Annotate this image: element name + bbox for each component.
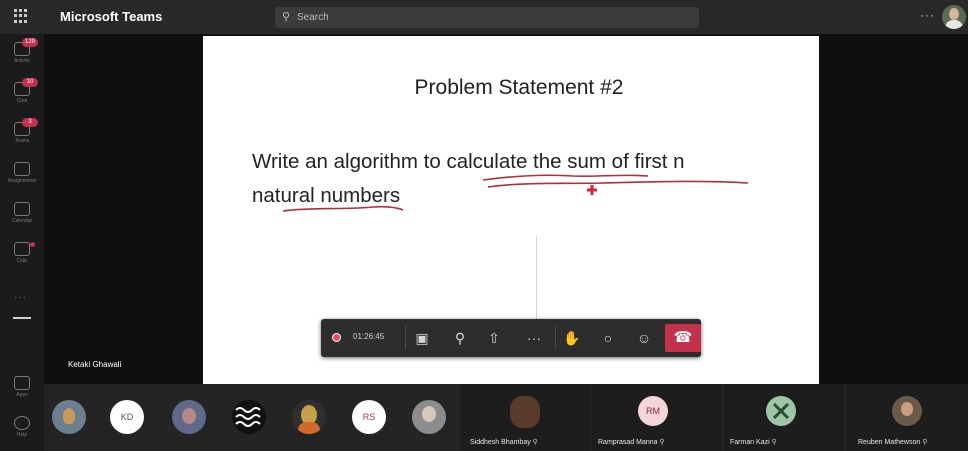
app-launcher-icon[interactable] bbox=[14, 9, 28, 23]
rail-item-label: Assignments bbox=[7, 178, 37, 184]
divider bbox=[405, 326, 406, 350]
call-controls-bar: 01:26:45 ▣ ⚲ ⇧ ··· ✋ ○ ☺ ☎ bbox=[321, 319, 701, 357]
teams-badge: 3 bbox=[22, 118, 38, 127]
divider bbox=[555, 326, 556, 350]
participant-avatar[interactable]: KD bbox=[110, 400, 144, 434]
ink-underline-1 bbox=[482, 174, 649, 181]
rail-item-teams[interactable]: 3 Teams bbox=[0, 118, 44, 154]
ink-underline-2 bbox=[487, 180, 749, 188]
rail-item-label: Calls bbox=[16, 258, 28, 264]
search-input[interactable]: ⚲ Search bbox=[275, 7, 699, 28]
search-icon: ⚲ bbox=[282, 11, 291, 23]
hang-up-button[interactable]: ☎ bbox=[665, 324, 701, 352]
assignments-icon bbox=[14, 162, 30, 176]
calendar-icon bbox=[14, 202, 30, 216]
activity-badge: 129 bbox=[22, 38, 38, 47]
help-icon bbox=[14, 416, 30, 430]
rail-item-apps[interactable]: Apps bbox=[0, 372, 44, 408]
pattern-avatar-image bbox=[235, 407, 261, 427]
rail-item-chat[interactable]: 10 Chat bbox=[0, 78, 44, 114]
rail-item-calls[interactable]: Calls bbox=[0, 238, 44, 274]
calls-dot-badge bbox=[30, 242, 35, 247]
rail-item-label: Help bbox=[16, 432, 28, 438]
share-screen-icon[interactable]: ⇧ bbox=[481, 325, 507, 351]
rail-item-label: Activity bbox=[14, 58, 30, 64]
rail-item-label: Calendar bbox=[11, 218, 33, 224]
ink-underline-3 bbox=[282, 205, 404, 212]
participant-avatar[interactable] bbox=[172, 400, 206, 434]
app-bar: 129 Activity 10 Chat 3 Teams Assignments… bbox=[0, 34, 44, 451]
mic-off-icon: ⚲ bbox=[532, 439, 538, 446]
rail-item-calendar[interactable]: Calendar bbox=[0, 198, 44, 234]
more-options-icon[interactable]: ··· bbox=[920, 8, 935, 22]
rail-item-label: Apps bbox=[16, 392, 28, 398]
rail-item-activity[interactable]: 129 Activity bbox=[0, 38, 44, 74]
participant-name: Siddhesh Bhambay ⚲ bbox=[470, 439, 538, 446]
chat-badge: 10 bbox=[22, 78, 38, 87]
participant-avatar[interactable] bbox=[292, 400, 326, 434]
participant-avatar[interactable] bbox=[412, 400, 446, 434]
raise-hand-icon[interactable]: ✋ bbox=[559, 325, 585, 351]
rail-item-label: Teams bbox=[14, 138, 30, 144]
title-bar: Microsoft Teams ⚲ Search ··· bbox=[0, 0, 968, 34]
participant-avatar[interactable] bbox=[232, 400, 266, 434]
recording-icon bbox=[332, 333, 341, 342]
app-title: Microsoft Teams bbox=[60, 9, 163, 24]
teams-window: Microsoft Teams ⚲ Search ··· 129 Activit… bbox=[0, 0, 968, 451]
search-placeholder: Search bbox=[297, 12, 329, 23]
camera-off-icon[interactable]: ▣ bbox=[409, 325, 435, 351]
profile-avatar[interactable] bbox=[942, 5, 966, 29]
presenter-name: Ketaki Ghawali bbox=[68, 360, 122, 369]
mic-off-icon: ⚲ bbox=[659, 439, 665, 446]
call-timer: 01:26:45 bbox=[353, 332, 385, 341]
participant-avatar[interactable]: RS bbox=[352, 400, 386, 434]
more-apps-icon[interactable]: ··· bbox=[14, 292, 27, 303]
participant-name: Farman Kazi ⚲ bbox=[730, 439, 777, 446]
participant-avatar: RM bbox=[638, 396, 668, 426]
ink-pointer bbox=[587, 185, 597, 195]
participant-name: Reuben Mathewson ⚲ bbox=[858, 439, 928, 446]
participant-name: Ramprasad Manna ⚲ bbox=[598, 439, 665, 446]
rail-item-help[interactable]: Help bbox=[0, 412, 44, 448]
rail-item-assignments[interactable]: Assignments bbox=[0, 158, 44, 194]
participant-avatar bbox=[892, 396, 922, 426]
mic-off-icon: ⚲ bbox=[771, 439, 777, 446]
apps-icon bbox=[14, 376, 30, 390]
phone-icon bbox=[14, 242, 30, 256]
rail-item-label: Chat bbox=[16, 98, 28, 104]
mic-off-icon: ⚲ bbox=[922, 439, 928, 446]
participants-icon[interactable]: ☺ bbox=[631, 325, 657, 351]
more-actions-icon[interactable]: ··· bbox=[521, 325, 547, 351]
mic-off-icon[interactable]: ⚲ bbox=[447, 325, 473, 351]
participant-photo bbox=[510, 396, 540, 428]
participant-avatar[interactable] bbox=[52, 400, 86, 434]
active-meeting-indicator bbox=[13, 317, 31, 319]
chat-icon[interactable]: ○ bbox=[595, 325, 621, 351]
participant-avatar bbox=[766, 396, 796, 426]
